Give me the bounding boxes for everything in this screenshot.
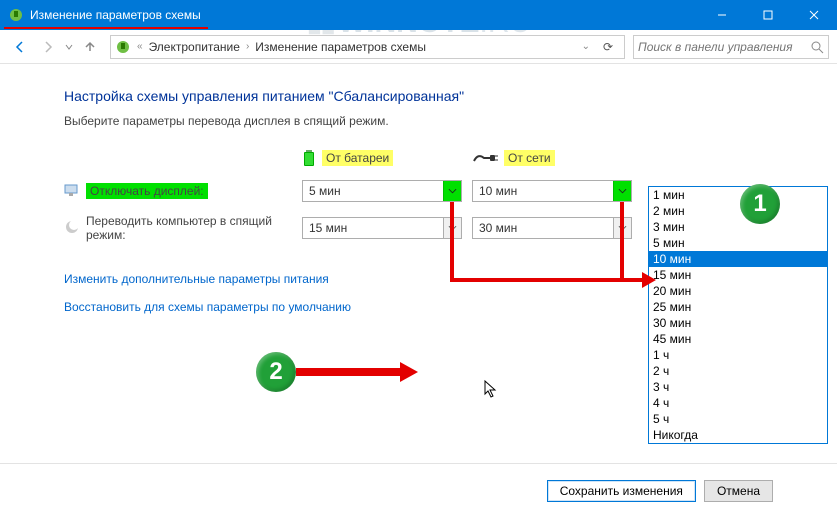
dropdown-option[interactable]: 30 мин [649,315,827,331]
battery-icon [302,148,316,168]
dropdown-option[interactable]: 2 мин [649,203,827,219]
page-title: Настройка схемы управления питанием "Сба… [64,88,773,104]
nav-row: « Электропитание › Изменение параметров … [0,30,837,64]
chevron-down-icon [448,188,457,194]
link-restore-defaults[interactable]: Восстановить для схемы параметры по умол… [64,300,351,314]
dropdown-display-ac[interactable]: 10 мин [472,180,632,202]
moon-icon [64,219,80,235]
dropdown-option[interactable]: 25 мин [649,299,827,315]
dropdown-option[interactable]: 20 мин [649,283,827,299]
nav-forward-button[interactable] [36,35,60,59]
column-header-battery: От батареи [302,148,462,168]
column-header-ac: От сети [472,150,632,166]
row-label-sleep: Переводить компьютер в спящий режим: [64,214,292,242]
dropdown-option[interactable]: 4 ч [649,395,827,411]
power-icon [8,7,24,23]
dropdown-option[interactable]: 2 ч [649,363,827,379]
row-label-display: Отключать дисплей: [64,182,292,201]
power-small-icon [115,39,131,55]
cancel-button[interactable]: Отмена [704,480,773,502]
annotation-badge-2: 2 [256,352,296,392]
dropdown-option[interactable]: 3 мин [649,219,827,235]
nav-back-button[interactable] [8,35,32,59]
refresh-icon[interactable]: ⟳ [596,40,620,54]
dropdown-sleep-battery[interactable]: 15 мин [302,217,462,239]
dropdown-list[interactable]: 1 мин2 мин3 мин5 мин10 мин15 мин20 мин25… [648,186,828,444]
dropdown-option[interactable]: 5 мин [649,235,827,251]
dropdown-option[interactable]: 1 ч [649,347,827,363]
save-button[interactable]: Сохранить изменения [547,480,696,502]
breadcrumb[interactable]: « Электропитание › Изменение параметров … [110,35,625,59]
nav-up-button[interactable] [78,35,102,59]
title-underline-annotation [4,27,208,29]
annotation-arrowhead [400,362,418,382]
annotation-arrow [450,202,454,280]
maximize-button[interactable] [745,0,791,30]
annotation-arrow [296,368,400,376]
search-input[interactable] [638,40,806,54]
cursor-icon [484,380,500,400]
dropdown-option[interactable]: 3 ч [649,379,827,395]
link-advanced-settings[interactable]: Изменить дополнительные параметры питани… [64,272,329,286]
dropdown-option[interactable]: 1 мин [649,187,827,203]
dropdown-option[interactable]: 45 мин [649,331,827,347]
plug-icon [472,151,498,165]
breadcrumb-item[interactable]: Электропитание [149,40,240,54]
chevron-down-icon[interactable] [64,40,74,54]
minimize-button[interactable] [699,0,745,30]
close-button[interactable] [791,0,837,30]
search-icon[interactable] [810,40,824,54]
dropdown-option[interactable]: 10 мин [649,251,827,267]
monitor-icon [64,182,80,198]
page-subtext: Выберите параметры перевода дисплея в сп… [64,114,773,128]
dropdown-option[interactable]: Никогда [649,427,827,443]
titlebar: Изменение параметров схемы [0,0,837,30]
breadcrumb-item[interactable]: Изменение параметров схемы [255,40,426,54]
window-title: Изменение параметров схемы [30,8,201,22]
annotation-arrow [620,202,624,280]
dropdown-option[interactable]: 5 ч [649,411,827,427]
dropdown-display-battery[interactable]: 5 мин [302,180,462,202]
dropdown-option[interactable]: 15 мин [649,267,827,283]
chevron-down-icon[interactable]: ⌄ [580,41,592,52]
dropdown-sleep-ac[interactable]: 30 мин [472,217,632,239]
footer: Сохранить изменения Отмена [0,463,837,517]
annotation-arrowhead [642,272,656,288]
annotation-badge-1: 1 [740,184,780,224]
annotation-arrow [450,278,642,282]
chevron-down-icon [618,188,627,194]
chevron-right-icon: › [244,41,251,52]
search-box[interactable] [633,35,829,59]
